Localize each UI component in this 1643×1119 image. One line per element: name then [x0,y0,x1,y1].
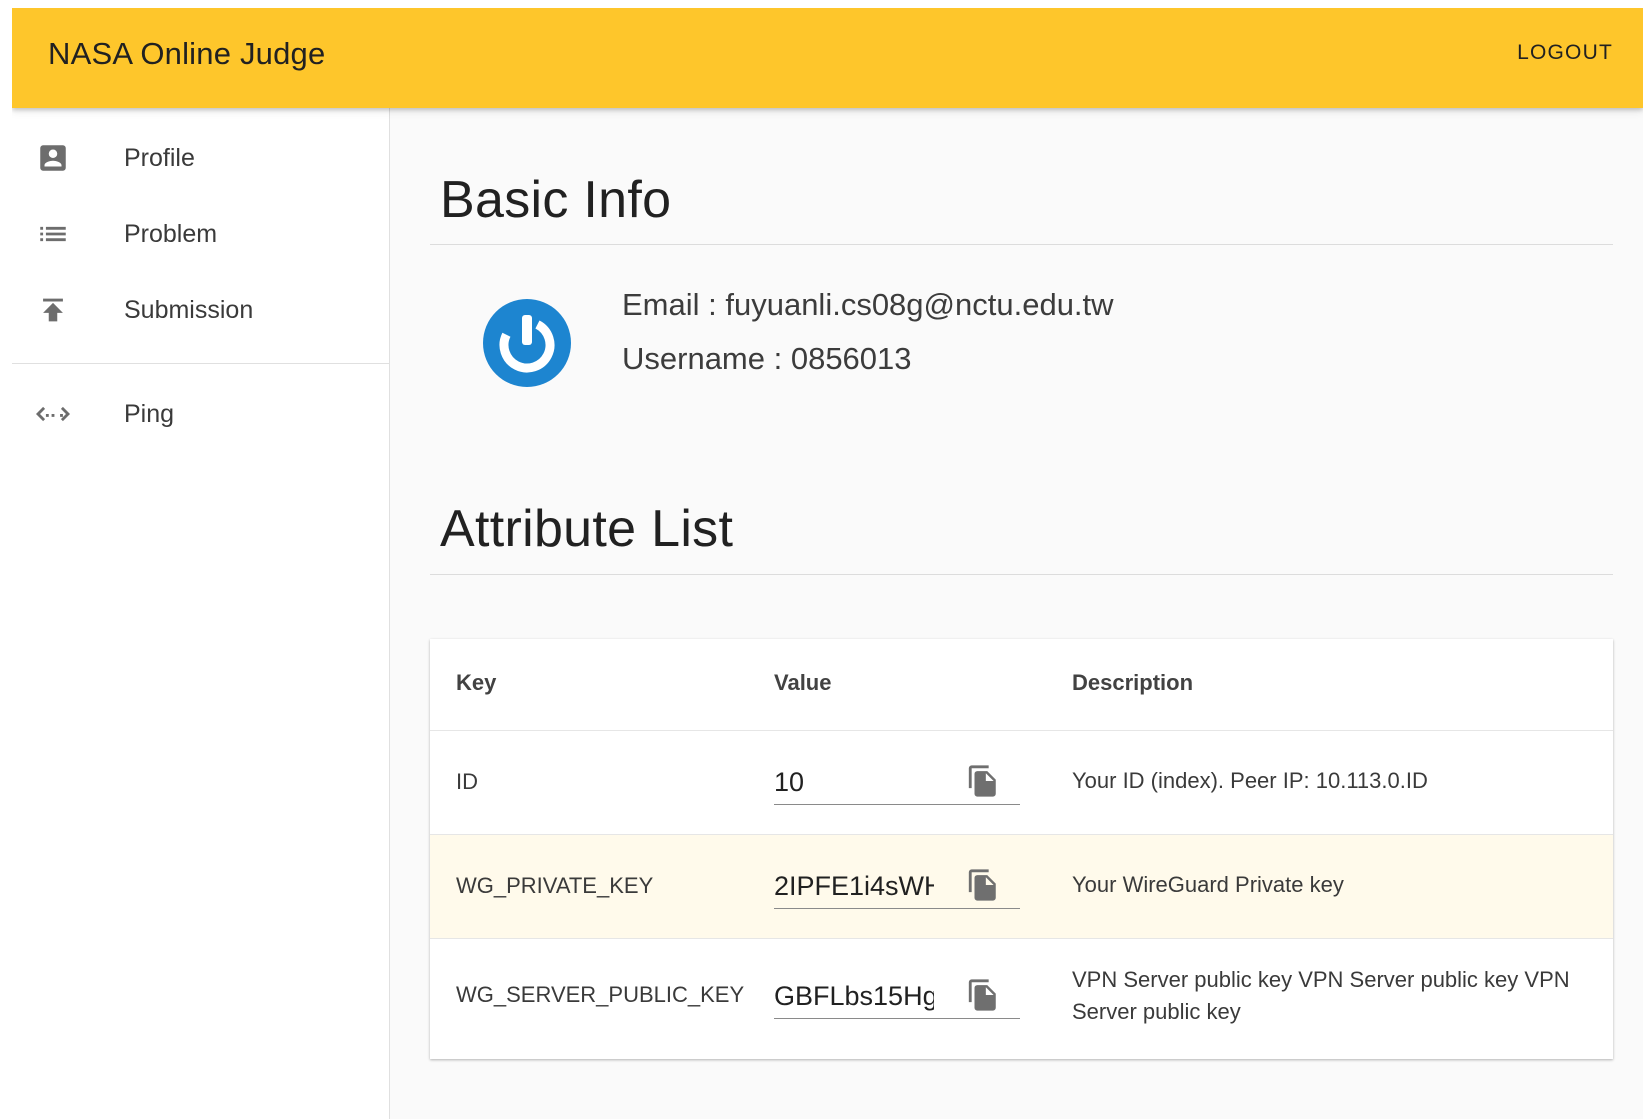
column-header-description: Description [1072,670,1194,695]
sidebar-item-problem[interactable]: Problem [12,196,390,272]
sidebar-item-label: Problem [124,220,218,248]
email-text: Email : fuyuanli.cs08g@nctu.edu.tw [622,287,1114,322]
value-input[interactable] [774,763,934,801]
sidebar-nav: Profile Problem Submission Ping [12,108,390,1119]
row-description: Your ID (index). Peer IP: 10.113.0.ID [1072,768,1428,793]
username-text: Username : 0856013 [622,341,912,376]
section-divider [430,574,1613,575]
row-description: VPN Server public key VPN Server public … [1072,967,1570,1024]
sidebar-item-profile[interactable]: Profile [12,120,390,196]
row-key: WG_PRIVATE_KEY [456,873,654,898]
table-row: WG_SERVER_PUBLIC_KEY VPN Server public k… [430,939,1613,1059]
list-icon [36,217,70,251]
copy-file-icon[interactable] [966,867,1000,903]
column-header-key: Key [456,670,497,695]
attribute-table: Key Value Description ID Your ID (index)… [430,639,1613,1059]
copy-file-icon[interactable] [966,763,1000,799]
sidebar-item-submission[interactable]: Submission [12,272,390,348]
upload-icon [36,293,70,327]
section-divider [430,244,1613,245]
sidebar-item-label: Submission [124,296,254,324]
basic-info-heading: Basic Info [440,171,672,229]
sidebar-divider [12,363,390,364]
copy-file-icon[interactable] [966,977,1000,1013]
table-row: WG_PRIVATE_KEY Your WireGuard Private ke… [430,835,1613,939]
power-logo-icon [483,299,571,387]
code-arrows-icon [36,397,70,431]
table-row: ID Your ID (index). Peer IP: 10.113.0.ID [430,731,1613,835]
sidebar-item-label: Profile [124,144,195,172]
avatar [479,295,575,391]
logout-button[interactable]: LOGOUT [1517,41,1613,65]
sidebar-item-ping[interactable]: Ping [12,376,390,452]
row-key: WG_SERVER_PUBLIC_KEY [456,982,745,1007]
account-box-icon [36,141,70,175]
main-content: Basic Info Email : fuyuanli.cs08g@nctu.e… [390,108,1643,1119]
table-header: Key Value Description [430,639,1613,731]
value-field [774,863,1020,909]
app-bar: NASA Online Judge LOGOUT [12,8,1643,108]
value-field [774,759,1020,805]
app-title: NASA Online Judge [48,36,326,71]
attribute-list-heading: Attribute List [440,500,734,558]
value-input[interactable] [774,977,934,1015]
sidebar-item-label: Ping [124,400,175,428]
column-header-value: Value [774,670,832,695]
value-field [774,973,1020,1019]
value-input[interactable] [774,867,934,905]
app-window: NASA Online Judge LOGOUT Profile Problem… [12,8,1643,1119]
row-key: ID [456,769,478,794]
row-description: Your WireGuard Private key [1072,872,1344,897]
